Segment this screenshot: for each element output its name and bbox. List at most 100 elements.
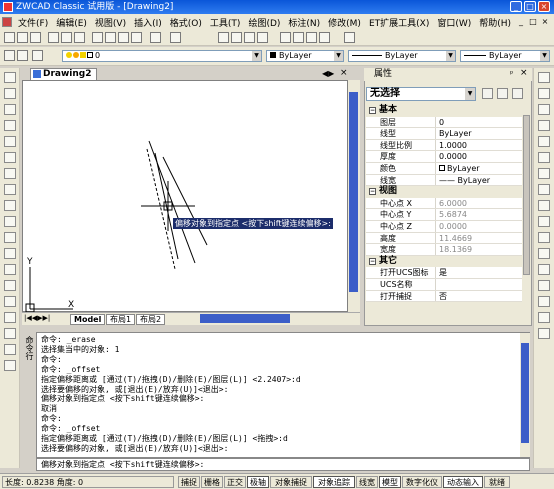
mtext-icon[interactable] <box>4 360 16 371</box>
mirror-icon[interactable] <box>538 104 550 115</box>
command-scroll-thumb[interactable] <box>521 343 529 443</box>
move-icon[interactable] <box>538 152 550 163</box>
help-icon[interactable] <box>344 32 355 43</box>
tool-palette-icon[interactable] <box>306 32 317 43</box>
select-objects-icon[interactable] <box>497 88 508 99</box>
table-icon[interactable] <box>4 344 16 355</box>
layer-previous-icon[interactable] <box>32 50 43 61</box>
ellipse-icon[interactable] <box>4 216 16 227</box>
property-row[interactable]: 打开UCS图标是 <box>366 267 522 279</box>
offset-icon[interactable] <box>538 120 550 131</box>
open-icon[interactable] <box>17 32 28 43</box>
drawing-close-button[interactable]: × <box>340 68 348 78</box>
otrack-toggle[interactable]: 对象追踪 <box>313 476 355 488</box>
property-row[interactable]: 中心点 X 6.0000 <box>366 197 522 210</box>
chamfer-icon[interactable] <box>538 296 550 307</box>
properties-scrollbar[interactable] <box>522 105 531 293</box>
new-icon[interactable] <box>4 32 15 43</box>
menu-format[interactable]: 格式(O) <box>166 16 206 29</box>
property-row[interactable]: 厚度 0.0000 <box>366 151 522 163</box>
dynamic-input-toggle[interactable]: 动态输入 <box>443 476 483 488</box>
command-scrollbar[interactable] <box>520 333 530 457</box>
osnap-toggle[interactable]: 对象捕捉 <box>270 476 312 488</box>
properties-close-button[interactable]: × <box>520 68 528 78</box>
tab-model[interactable]: Model <box>70 314 106 325</box>
category-basic[interactable]: − 基本 <box>366 105 522 117</box>
tablet-toggle[interactable]: 数字化仪 <box>402 476 442 488</box>
menu-tools[interactable]: 工具(T) <box>206 16 245 29</box>
polar-toggle[interactable]: 极轴 <box>247 476 269 488</box>
menu-view[interactable]: 视图(V) <box>91 16 130 29</box>
array-icon[interactable] <box>538 136 550 147</box>
break-at-point-icon[interactable] <box>538 248 550 259</box>
paste-icon[interactable] <box>118 32 129 43</box>
rectangle-icon[interactable] <box>4 136 16 147</box>
property-row[interactable]: UCS名称 <box>366 278 522 291</box>
copy-object-icon[interactable] <box>538 88 550 99</box>
menu-help[interactable]: 帮助(H) <box>475 16 515 29</box>
save-icon[interactable] <box>30 32 41 43</box>
layer-manager-icon[interactable] <box>4 50 15 61</box>
scale-icon[interactable] <box>538 184 550 195</box>
zoom-window-icon[interactable] <box>244 32 255 43</box>
revision-cloud-icon[interactable] <box>4 184 16 195</box>
tab-layout2[interactable]: 布局2 <box>136 314 166 325</box>
horizontal-scroll-thumb[interactable] <box>200 314 290 323</box>
property-row[interactable]: 线型 ByLayer <box>366 128 522 140</box>
drawing-vertical-scrollbar[interactable] <box>348 80 360 312</box>
stretch-icon[interactable] <box>538 200 550 211</box>
property-row[interactable]: 线宽 —— ByLayer <box>366 174 522 187</box>
menu-modify[interactable]: 修改(M) <box>324 16 365 29</box>
menu-dimension[interactable]: 标注(N) <box>284 16 324 29</box>
lineweight-select[interactable]: ByLayer ▼ <box>460 50 550 62</box>
zoom-previous-icon[interactable] <box>257 32 268 43</box>
insert-block-icon[interactable] <box>4 248 16 259</box>
command-input[interactable]: 偏移对象到指定点 <按下shift键连续偏移>: <box>36 458 530 471</box>
rotate-icon[interactable] <box>538 168 550 179</box>
sheet-set-icon[interactable] <box>319 32 330 43</box>
close-button[interactable]: × <box>538 1 550 12</box>
tab-nav-icon[interactable]: |◀◀▶▶| <box>24 314 50 322</box>
circle-icon[interactable] <box>4 168 16 179</box>
property-row[interactable]: 线型比例 1.0000 <box>366 139 522 152</box>
property-row[interactable]: 高度 11.4669 <box>366 232 522 245</box>
point-icon[interactable] <box>4 280 16 291</box>
grid-toggle[interactable]: 栅格 <box>201 476 223 488</box>
drawing-canvas[interactable] <box>22 80 348 313</box>
construction-line-icon[interactable] <box>4 88 16 99</box>
spline-icon[interactable] <box>4 200 16 211</box>
explode-icon[interactable] <box>538 328 550 339</box>
properties-scroll-thumb[interactable] <box>523 115 530 275</box>
maximize-button[interactable]: □ <box>524 1 536 12</box>
gradient-icon[interactable] <box>4 312 16 323</box>
property-row[interactable]: 打开捕捉否 <box>366 290 522 303</box>
line-icon[interactable] <box>4 72 16 83</box>
toggle-pickadd-icon[interactable] <box>482 88 493 99</box>
menu-edit[interactable]: 编辑(E) <box>52 16 91 29</box>
trim-icon[interactable] <box>538 216 550 227</box>
quick-select-icon[interactable] <box>512 88 523 99</box>
doc-close-button[interactable]: × <box>540 17 550 27</box>
drawing-nav-arrows-icon[interactable]: ◀▶ <box>322 69 334 78</box>
snap-toggle[interactable]: 捕捉 <box>178 476 200 488</box>
copy-icon[interactable] <box>105 32 116 43</box>
menu-et-tools[interactable]: ET扩展工具(X) <box>365 16 433 29</box>
menu-window[interactable]: 窗口(W) <box>433 16 475 29</box>
region-icon[interactable] <box>4 328 16 339</box>
color-select[interactable]: ByLayer ▼ <box>266 50 344 62</box>
property-row[interactable]: 中心点 Z 0.0000 <box>366 220 522 233</box>
make-block-icon[interactable] <box>4 264 16 275</box>
zoom-realtime-icon[interactable] <box>231 32 242 43</box>
arc-icon[interactable] <box>4 152 16 163</box>
design-center-icon[interactable] <box>293 32 304 43</box>
hatch-icon[interactable] <box>4 296 16 307</box>
minimize-button[interactable]: _ <box>510 1 522 12</box>
join-icon[interactable] <box>538 280 550 291</box>
erase-icon[interactable] <box>538 72 550 83</box>
pin-icon[interactable]: ᵖ <box>510 69 513 78</box>
tab-layout1[interactable]: 布局1 <box>106 314 136 325</box>
cut-icon[interactable] <box>92 32 103 43</box>
layer-state-icon[interactable] <box>17 50 28 61</box>
publish-icon[interactable] <box>74 32 85 43</box>
menu-file[interactable]: 文件(F) <box>14 16 52 29</box>
